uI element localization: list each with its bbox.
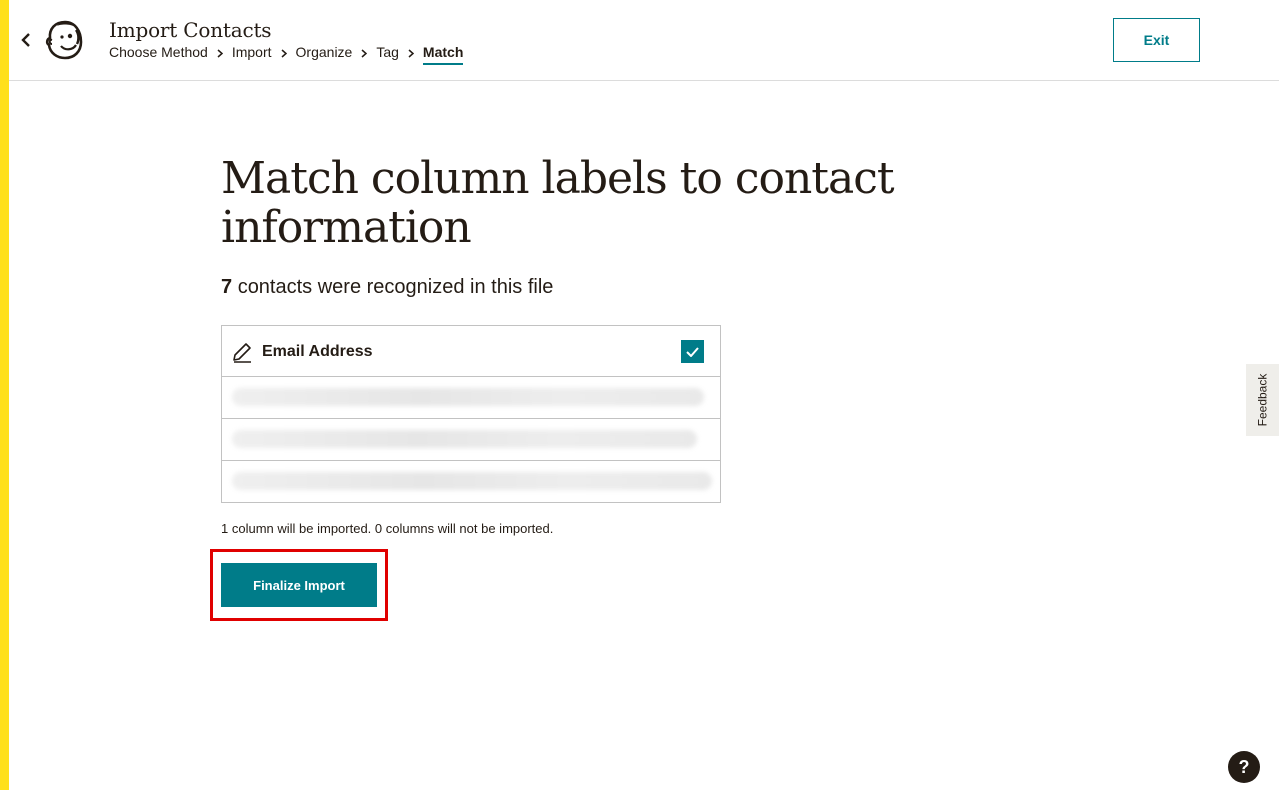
redacted-value	[232, 388, 704, 406]
column-value-row	[222, 419, 720, 461]
brand-accent-strip	[0, 0, 9, 790]
chevron-right-icon	[217, 48, 223, 61]
column-label: Email Address	[262, 343, 373, 360]
back-button[interactable]	[17, 28, 35, 52]
import-summary-text: 1 column will be imported. 0 columns wil…	[221, 521, 554, 536]
column-card-header: Email Address	[222, 326, 720, 377]
column-value-row	[222, 461, 720, 503]
finalize-import-button[interactable]: Finalize Import	[221, 563, 377, 607]
breadcrumb-organize[interactable]: Organize	[296, 44, 353, 65]
breadcrumb-match[interactable]: Match	[422, 44, 464, 65]
exit-button[interactable]: Exit	[1113, 18, 1200, 62]
breadcrumb-import[interactable]: Import	[232, 44, 272, 65]
column-value-row	[222, 377, 720, 419]
feedback-tab[interactable]: Feedback	[1246, 364, 1279, 436]
pencil-icon[interactable]	[231, 341, 253, 363]
redacted-value	[232, 430, 697, 448]
page-title: Match column labels to contact informati…	[221, 153, 895, 253]
contacts-recognized-text: 7 contacts were recognized in this file	[221, 276, 553, 299]
column-import-checkbox[interactable]	[681, 340, 704, 363]
breadcrumb-choose-method[interactable]: Choose Method	[109, 44, 208, 65]
breadcrumb-tag[interactable]: Tag	[376, 44, 399, 65]
app-title: Import Contacts	[109, 18, 272, 42]
feedback-label: Feedback	[1255, 373, 1270, 427]
chevron-left-icon	[21, 33, 30, 47]
contacts-count: 7	[221, 276, 233, 298]
breadcrumb: Choose Method Import Organize Tag Match	[109, 44, 464, 65]
chevron-right-icon	[408, 48, 414, 61]
top-bar: Import Contacts Choose Method Import Org…	[9, 0, 1279, 81]
check-icon	[686, 346, 699, 357]
help-button[interactable]: ?	[1228, 751, 1260, 783]
redacted-value	[232, 472, 712, 490]
contacts-recognized-suffix: contacts were recognized in this file	[237, 276, 554, 298]
chevron-right-icon	[281, 48, 287, 61]
chevron-right-icon	[361, 48, 368, 61]
mailchimp-logo	[43, 18, 87, 62]
column-match-card: Email Address	[221, 325, 721, 503]
